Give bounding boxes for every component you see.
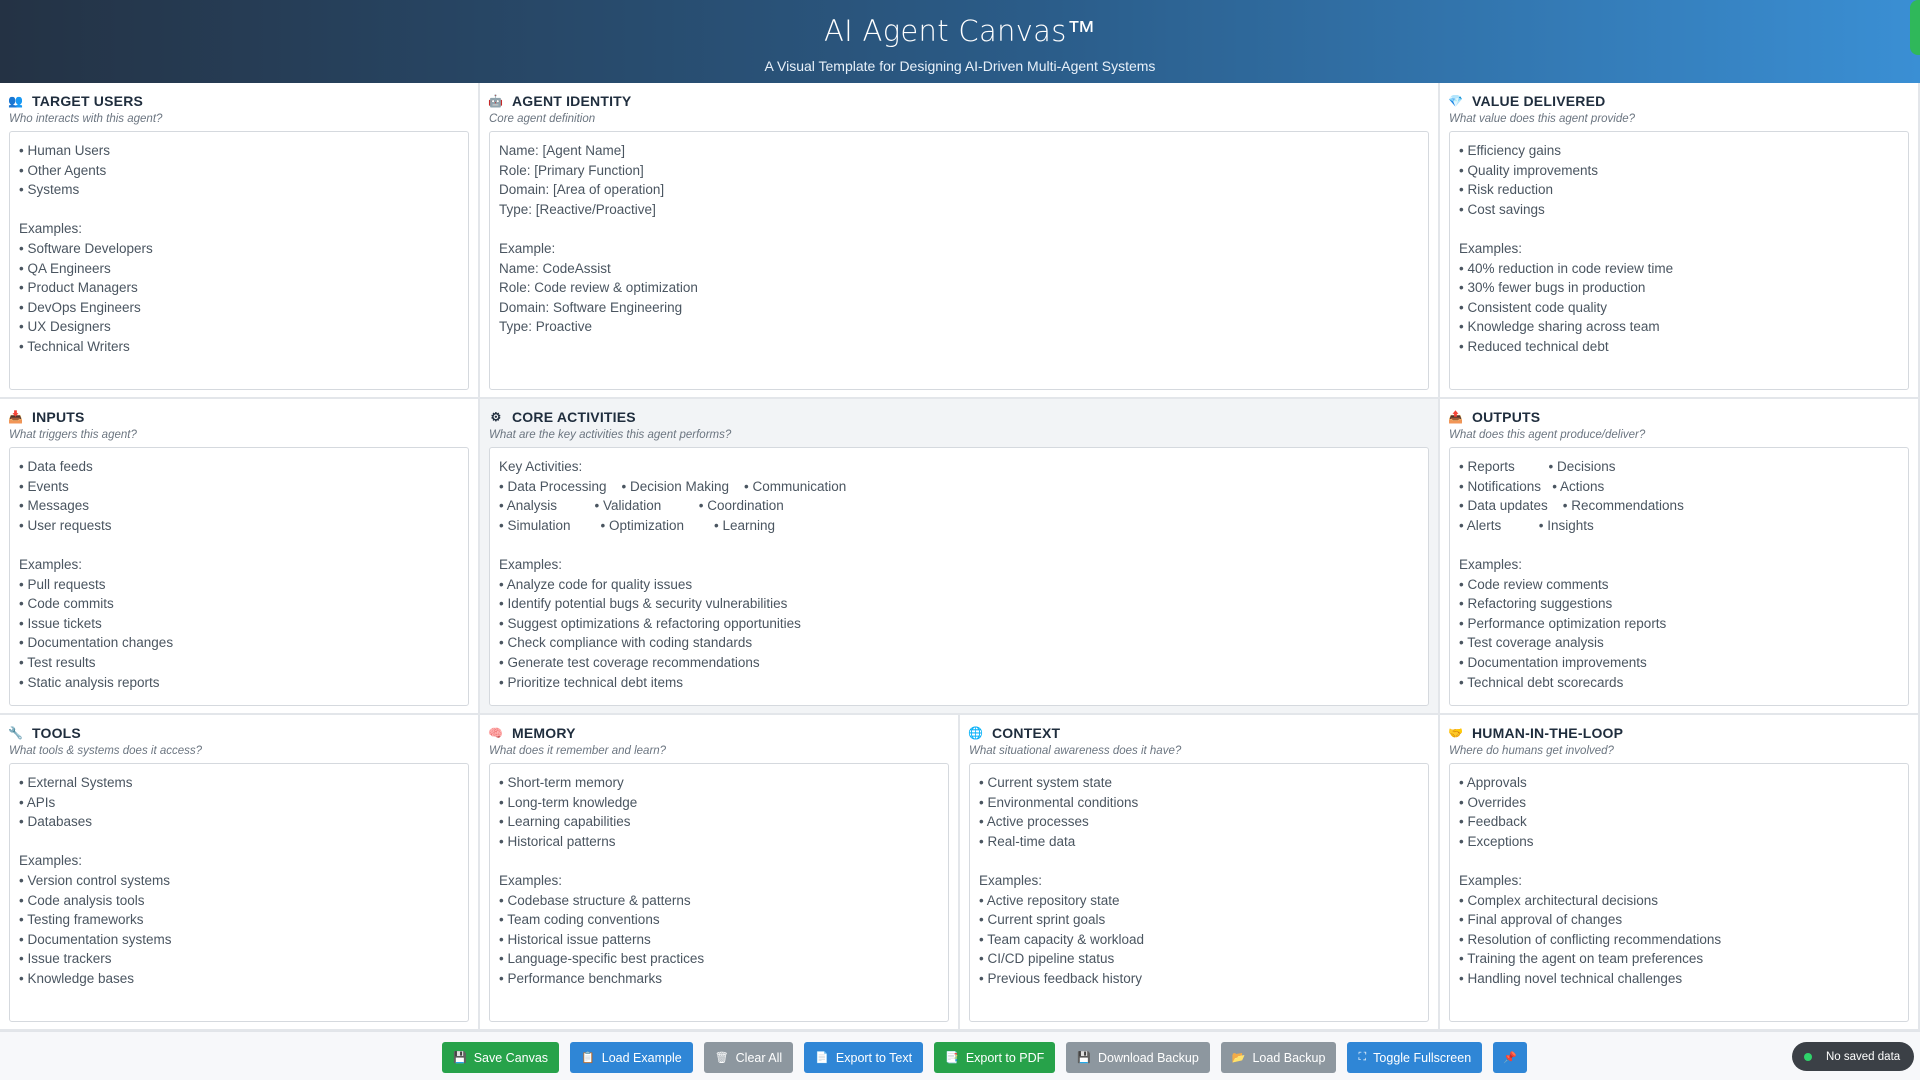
section-target-users: 👥 TARGET USERS Who interacts with this ag…	[0, 83, 480, 399]
inbox-icon: 📥	[8, 410, 24, 424]
side-tab-handle[interactable]	[1910, 0, 1920, 55]
status-dot-icon	[1804, 1052, 1812, 1061]
core-activities-textarea[interactable]: Key Activities: • Data Processing • Deci…	[489, 447, 1429, 706]
section-question: What value does this agent provide?	[1449, 113, 1636, 125]
trash-icon: 🗑	[714, 1052, 729, 1064]
footer-toolbar: 💾 Save Canvas 📋 Load Example 🗑 Clear All 📄 E…	[0, 1031, 1920, 1080]
button-label: Load Backup	[1252, 1050, 1326, 1065]
users-icon: 👥	[8, 94, 24, 108]
section-title: INPUTS	[32, 409, 85, 425]
app-header: AI Agent Canvas™ A Visual Template for D…	[0, 0, 1920, 83]
outputs-textarea[interactable]: • Reports • Decisions • Notifications • …	[1449, 447, 1909, 706]
pin-button[interactable]: 📌	[1493, 1042, 1527, 1073]
section-question: What tools & systems does it access?	[9, 745, 203, 757]
button-label: Download Backup	[1098, 1050, 1199, 1065]
button-label: Save Canvas	[473, 1050, 549, 1065]
page-subtitle: A Visual Template for Designing AI-Drive…	[764, 58, 1156, 74]
section-title: VALUE DELIVERED	[1472, 93, 1606, 109]
globe-icon: 🌐	[968, 726, 984, 740]
section-title: MEMORY	[512, 725, 576, 741]
toggle-fullscreen-button[interactable]: ⛶ Toggle Fullscreen	[1347, 1042, 1483, 1073]
document-icon: 📑	[945, 1052, 959, 1064]
folder-icon: 📂	[1231, 1052, 1246, 1064]
section-core-activities: ⚙ CORE ACTIVITIES What are the key activi…	[480, 399, 1440, 715]
pin-icon: 📌	[1503, 1052, 1517, 1064]
export-text-button[interactable]: 📄 Export to Text	[804, 1042, 924, 1073]
button-label: Export to PDF	[965, 1050, 1045, 1065]
memory-textarea[interactable]: • Short-term memory • Long-term knowledg…	[489, 763, 949, 1022]
button-label: Clear All	[735, 1050, 783, 1065]
save-icon: 💾	[453, 1052, 467, 1064]
section-context: 🌐 CONTEXT What situational awareness does…	[960, 715, 1440, 1031]
load-backup-button[interactable]: 📂 Load Backup	[1220, 1042, 1337, 1073]
section-title: OUTPUTS	[1472, 409, 1541, 425]
button-label: Load Example	[601, 1050, 682, 1065]
gem-icon: 💎	[1448, 94, 1464, 108]
gear-icon: ⚙	[490, 410, 502, 424]
section-title: CORE ACTIVITIES	[512, 409, 636, 425]
export-pdf-button[interactable]: 📑 Export to PDF	[934, 1042, 1056, 1073]
target-users-textarea[interactable]: • Human Users • Other Agents • Systems E…	[9, 131, 469, 390]
footer-button-group: 💾 Save Canvas 📋 Load Example 🗑 Clear All 📄 E…	[442, 1042, 1527, 1073]
section-question: Who interacts with this agent?	[9, 113, 163, 125]
section-question: Core agent definition	[489, 113, 596, 125]
section-human-in-the-loop: 🤝 HUMAN-IN-THE-LOOP Where do humans get i…	[1440, 715, 1920, 1031]
document-icon: 📄	[815, 1052, 829, 1064]
button-label: Toggle Fullscreen	[1373, 1050, 1472, 1065]
save-status-badge: No saved data	[1792, 1042, 1914, 1071]
section-title: TARGET USERS	[32, 93, 144, 109]
section-title: AGENT IDENTITY	[512, 93, 632, 109]
section-question: Where do humans get involved?	[1449, 745, 1614, 757]
brain-icon: 🧠	[488, 726, 504, 740]
clear-all-button[interactable]: 🗑 Clear All	[703, 1042, 794, 1073]
inputs-textarea[interactable]: • Data feeds • Events • Messages • User …	[9, 447, 469, 706]
section-agent-identity: 🤖 AGENT IDENTITY Core agent definition Na…	[480, 83, 1440, 399]
tools-textarea[interactable]: • External Systems • APIs • Databases Ex…	[9, 763, 469, 1022]
handshake-icon: 🤝	[1448, 726, 1464, 740]
canvas-grid: 👥 TARGET USERS Who interacts with this ag…	[0, 83, 1920, 1031]
agent-identity-textarea[interactable]: Name: [Agent Name] Role: [Primary Functi…	[489, 131, 1429, 390]
save-canvas-button[interactable]: 💾 Save Canvas	[442, 1042, 560, 1073]
section-title: TOOLS	[32, 725, 81, 741]
section-memory: 🧠 MEMORY What does it remember and learn?…	[480, 715, 960, 1031]
section-title: CONTEXT	[992, 725, 1061, 741]
section-question: What situational awareness does it have?	[969, 745, 1182, 757]
section-question: What does this agent produce/deliver?	[1449, 429, 1646, 441]
button-label: Export to Text	[835, 1050, 913, 1065]
section-outputs: 📤 OUTPUTS What does this agent produce/de…	[1440, 399, 1920, 715]
section-inputs: 📥 INPUTS What triggers this agent? • Data…	[0, 399, 480, 715]
section-tools: 🔧 TOOLS What tools & systems does it acce…	[0, 715, 480, 1031]
context-textarea[interactable]: • Current system state • Environmental c…	[969, 763, 1429, 1022]
download-backup-button[interactable]: 💾 Download Backup	[1066, 1042, 1210, 1073]
section-question: What does it remember and learn?	[489, 745, 667, 757]
section-value-delivered: 💎 VALUE DELIVERED What value does this ag…	[1440, 83, 1920, 399]
wrench-icon: 🔧	[8, 726, 24, 740]
value-delivered-textarea[interactable]: • Efficiency gains • Quality improvement…	[1449, 131, 1909, 390]
section-question: What triggers this agent?	[9, 429, 137, 441]
document-icon: 📋	[581, 1052, 595, 1064]
human-in-the-loop-textarea[interactable]: • Approvals • Overrides • Feedback • Exc…	[1449, 763, 1909, 1022]
outbox-icon: 📤	[1448, 410, 1464, 424]
save-icon: 💾	[1077, 1052, 1092, 1064]
load-example-button[interactable]: 📋 Load Example	[570, 1042, 693, 1073]
section-title: HUMAN-IN-THE-LOOP	[1472, 725, 1624, 741]
page-title: AI Agent Canvas™	[824, 14, 1096, 48]
robot-icon: 🤖	[488, 94, 504, 108]
fullscreen-icon: ⛶	[1358, 1051, 1367, 1063]
section-question: What are the key activities this agent p…	[489, 429, 732, 441]
status-text: No saved data	[1826, 1050, 1901, 1063]
